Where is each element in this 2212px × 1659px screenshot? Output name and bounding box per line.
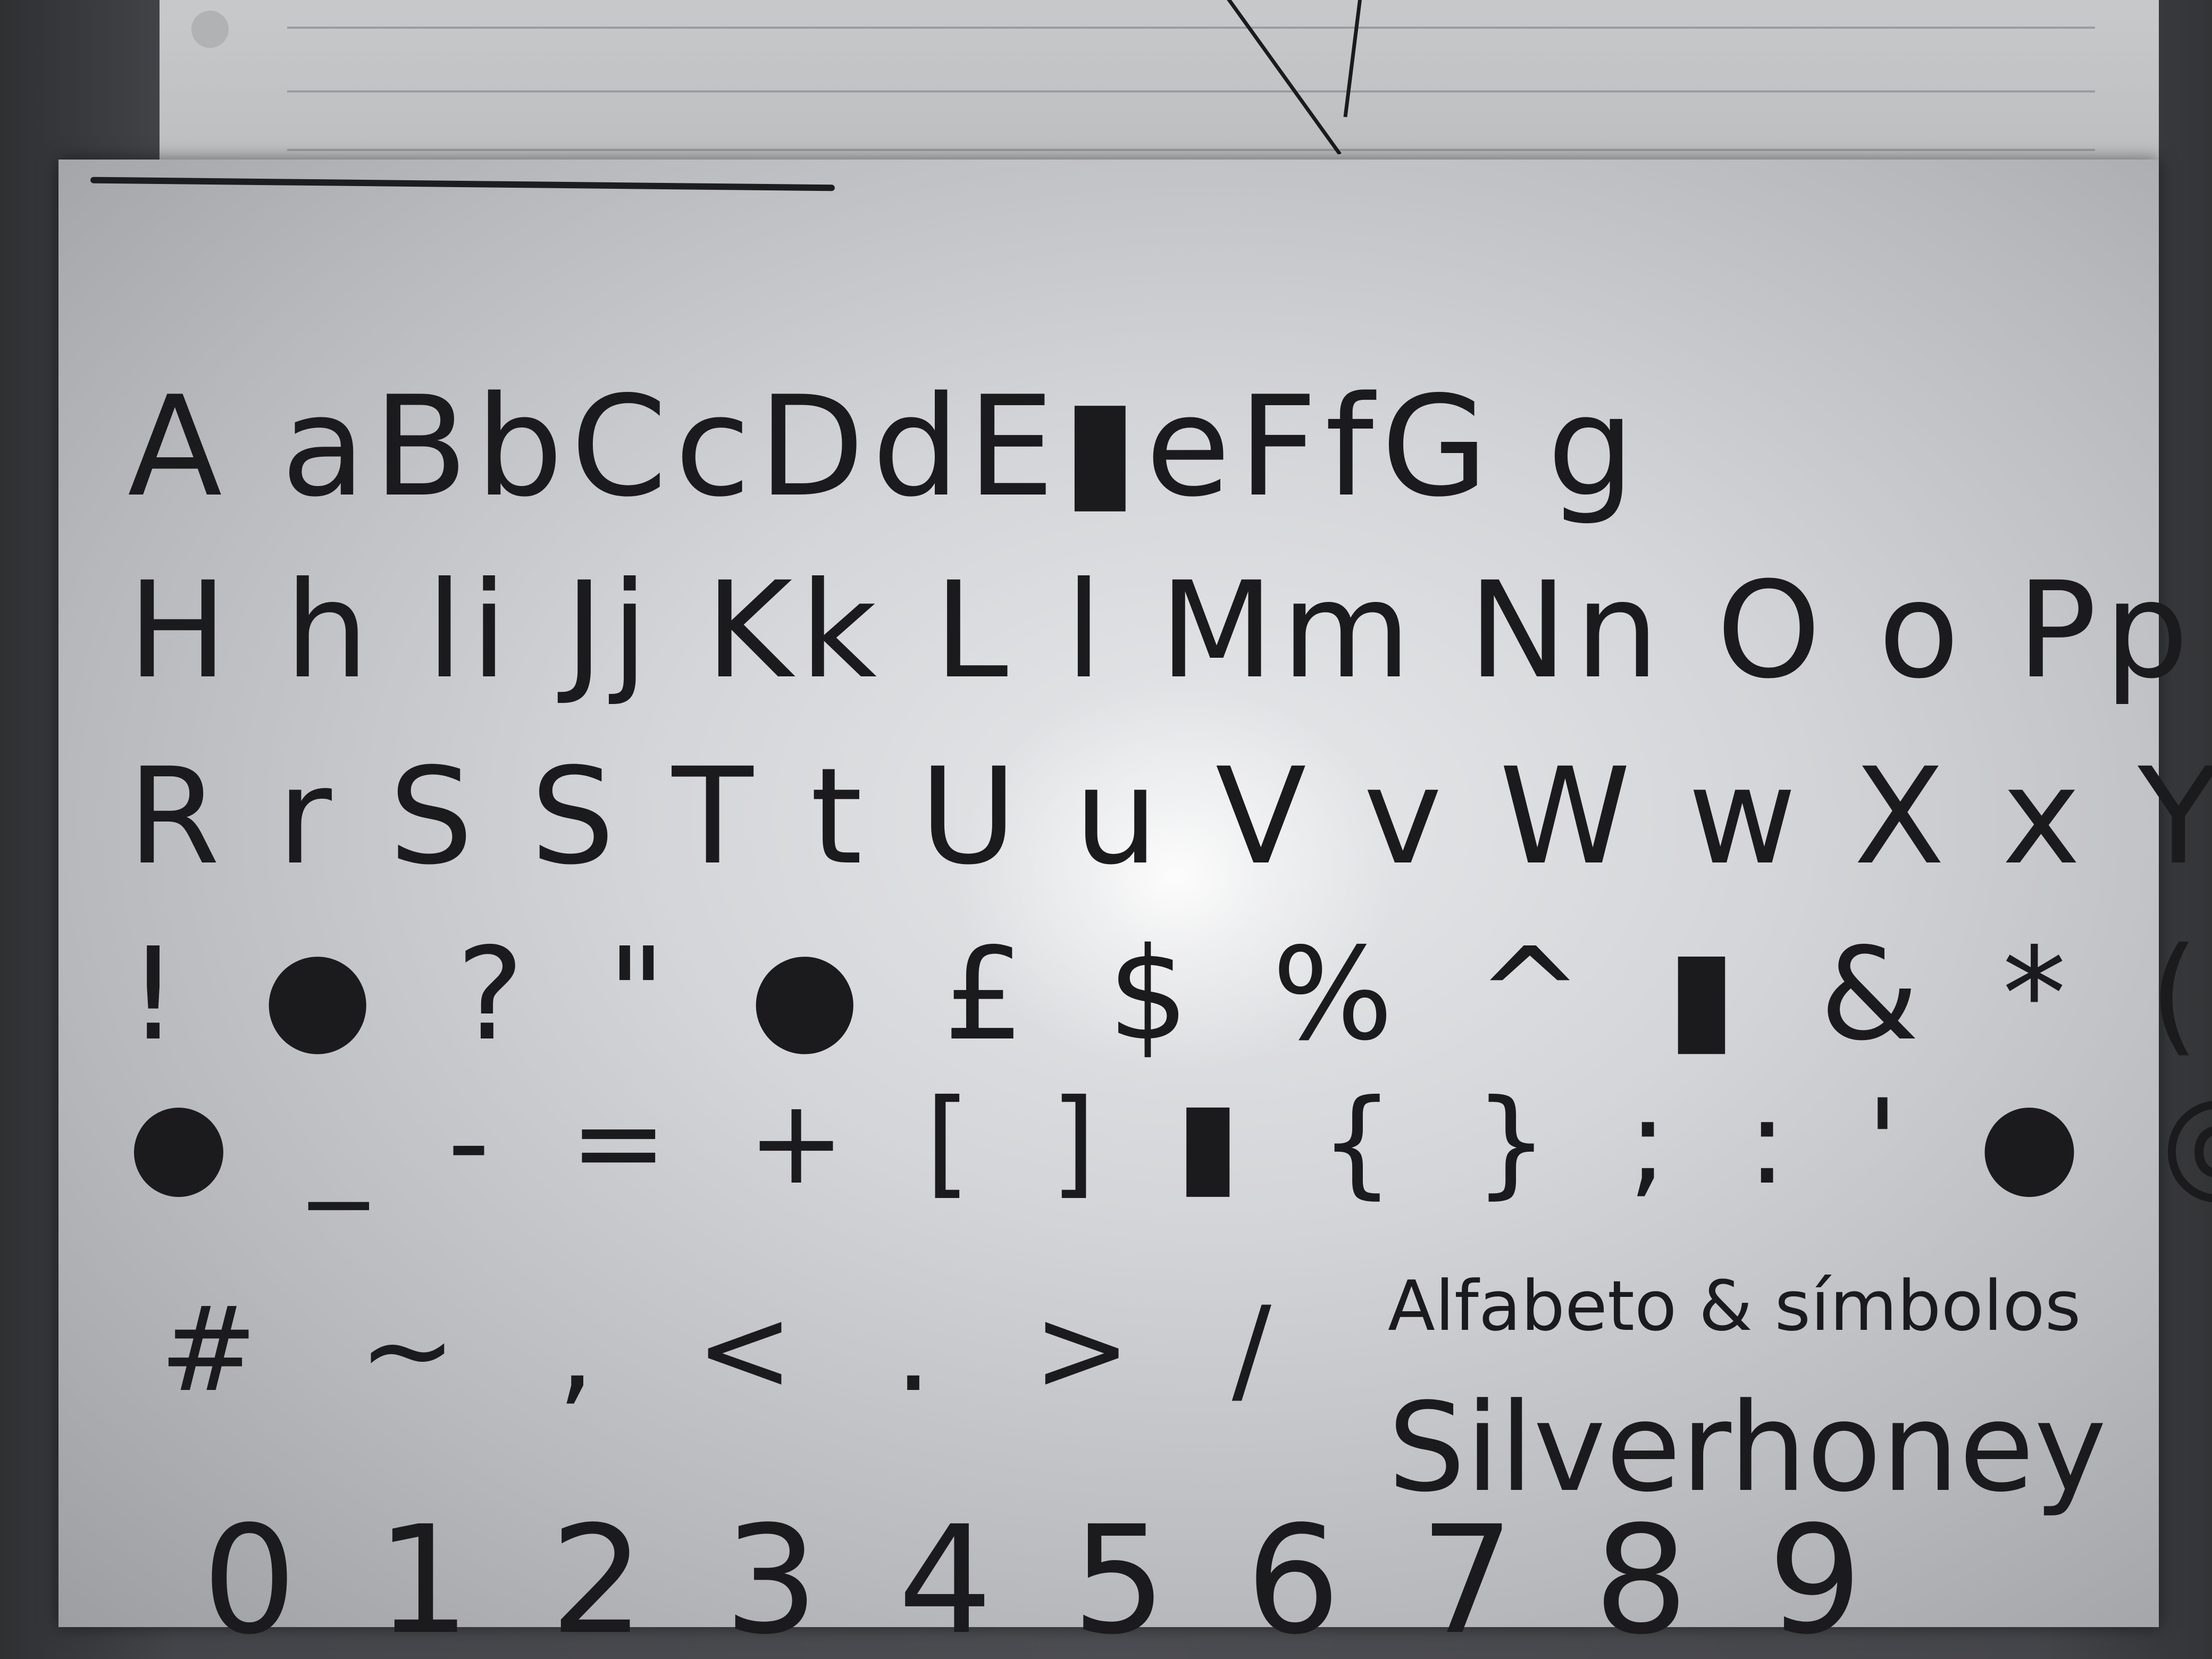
alphabet-row-2: H h li Jj Kk L l Mm Nn O o Pp Q q xyxy=(128,553,2212,708)
alphabet-row-3: R r S S T t U u V v W w X x Y y Z z xyxy=(128,739,2212,894)
symbol-row-2: ● _ - = + [ ] ▮ { } ; : ' ● @ ◉ xyxy=(128,1074,2212,1210)
lined-notebook-sheet xyxy=(160,0,2159,181)
symbol-row-3: # ~ , < . > / xyxy=(160,1281,1303,1418)
alphabet-row-1: A aBbCcDdE▮eFfG g xyxy=(128,367,1643,527)
photo-scene: A aBbCcDdE▮eFfG g H h li Jj Kk L l Mm Nn… xyxy=(0,0,2212,1659)
ink-stroke xyxy=(90,177,835,191)
handwriting-sheet: A aBbCcDdE▮eFfG g H h li Jj Kk L l Mm Nn… xyxy=(58,160,2212,1659)
pen-sketch-lines xyxy=(1227,0,1362,154)
symbol-row-1: ! ● ? " ● £ $ % ^ ▮ & * ( ) xyxy=(128,920,2212,1069)
caption-subtitle: Alfabeto & símbolos xyxy=(1388,1266,2081,1346)
caption-name: Silverhoney xyxy=(1388,1377,2107,1519)
punch-hole xyxy=(191,11,229,48)
